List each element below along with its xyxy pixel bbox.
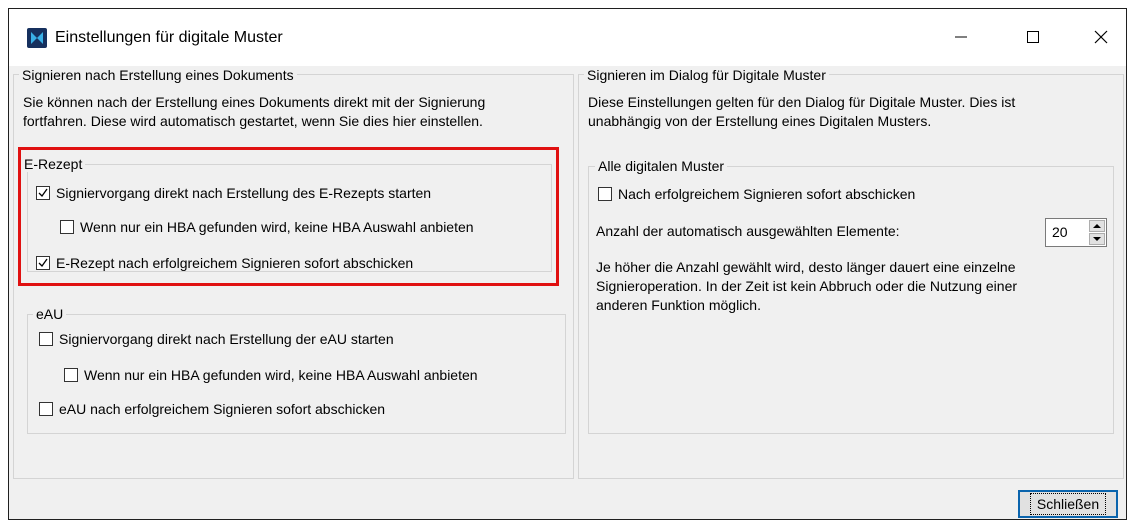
minimize-button[interactable] xyxy=(939,22,983,52)
eau-hba-label[interactable]: Wenn nur ein HBA gefunden wird, keine HB… xyxy=(84,367,478,383)
eau-hba-checkbox[interactable] xyxy=(64,368,78,382)
info-line3: anderen Funktion möglich. xyxy=(596,297,761,313)
maximize-button[interactable] xyxy=(1011,22,1055,52)
erezept-send-checkbox[interactable] xyxy=(36,256,50,270)
erezept-legend: E-Rezept xyxy=(21,156,86,172)
info-line2: Signieroperation. In der Zeit ist kein A… xyxy=(596,278,1018,294)
close-dialog-button[interactable]: Schließen xyxy=(1018,490,1118,518)
info-line1: Je höher die Anzahl gewählt wird, desto … xyxy=(596,259,1016,275)
eau-start-checkbox[interactable] xyxy=(39,332,53,346)
right-description-line1: Diese Einstellungen gelten für den Dialo… xyxy=(588,94,1016,110)
send-immediately-checkbox[interactable] xyxy=(598,187,612,201)
erezept-hba-checkbox[interactable] xyxy=(60,220,74,234)
right-description-line2: unabhängig von der Erstellung eines Digi… xyxy=(588,113,932,129)
element-count-value[interactable]: 20 xyxy=(1052,224,1068,240)
window-title: Einstellungen für digitale Muster xyxy=(55,29,283,46)
close-dialog-label: Schließen xyxy=(1029,493,1107,515)
left-group-legend: Signieren nach Erstellung eines Dokument… xyxy=(19,67,297,83)
stepper-up-button[interactable] xyxy=(1089,220,1105,232)
eau-legend: eAU xyxy=(33,306,67,322)
erezept-start-label[interactable]: Signiervorgang direkt nach Erstellung de… xyxy=(56,185,431,201)
element-count-stepper[interactable]: 20 xyxy=(1045,218,1107,247)
right-group-legend: Signieren im Dialog für Digitale Muster xyxy=(584,67,829,83)
settings-dialog: Einstellungen für digitale Muster Signie… xyxy=(8,8,1127,520)
title-bar: Einstellungen für digitale Muster xyxy=(9,9,1126,66)
eau-send-label[interactable]: eAU nach erfolgreichem Signieren sofort … xyxy=(59,401,385,417)
send-immediately-label[interactable]: Nach erfolgreichem Signieren sofort absc… xyxy=(618,186,915,202)
erezept-hba-label[interactable]: Wenn nur ein HBA gefunden wird, keine HB… xyxy=(80,219,474,235)
stepper-down-button[interactable] xyxy=(1089,233,1105,245)
erezept-start-checkbox[interactable] xyxy=(36,186,50,200)
element-count-label: Anzahl der automatisch ausgewählten Elem… xyxy=(596,223,900,239)
erezept-send-label[interactable]: E-Rezept nach erfolgreichem Signieren so… xyxy=(56,255,413,271)
app-logo-icon xyxy=(27,28,47,48)
eau-start-label[interactable]: Signiervorgang direkt nach Erstellung de… xyxy=(59,331,394,347)
all-muster-legend: Alle digitalen Muster xyxy=(595,158,728,174)
eau-send-checkbox[interactable] xyxy=(39,402,53,416)
left-description-line2: fortfahren. Diese wird automatisch gesta… xyxy=(23,113,483,129)
left-description-line1: Sie können nach der Erstellung eines Dok… xyxy=(23,94,486,110)
close-button[interactable] xyxy=(1079,22,1123,52)
